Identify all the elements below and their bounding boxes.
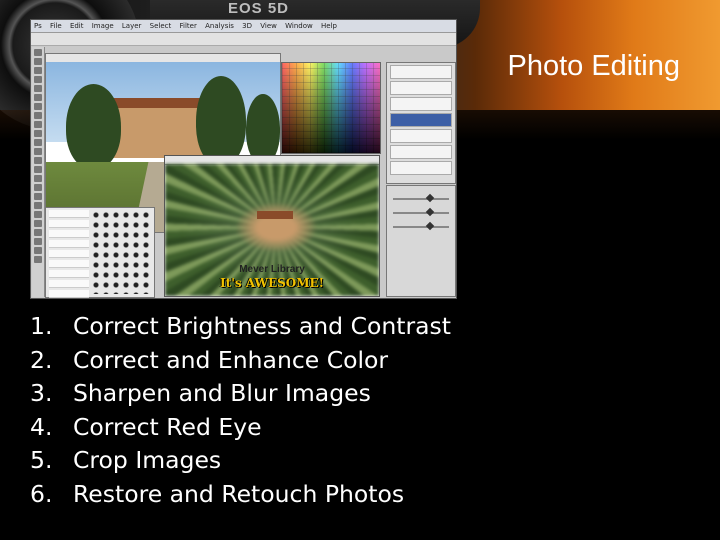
brush-preset-row xyxy=(49,270,89,278)
menu-item: Analysis xyxy=(205,22,234,30)
brush-preset-row xyxy=(49,210,89,218)
tool-icon xyxy=(34,184,42,191)
adjustment-slider xyxy=(393,212,449,214)
tool-icon xyxy=(34,148,42,155)
tool-icon xyxy=(34,256,42,263)
layer-row xyxy=(390,97,452,111)
list-number: 4. xyxy=(30,412,53,441)
menu-item: Ps xyxy=(34,22,42,30)
tool-icon xyxy=(34,49,42,56)
photo-tree xyxy=(66,84,121,169)
feature-list: 1. Correct Brightness and Contrast 2. Corr… xyxy=(30,310,480,512)
tool-icon xyxy=(34,94,42,101)
slide: EOS 5D Photo Editing Ps File Edit Image … xyxy=(0,0,720,540)
tool-icon xyxy=(34,85,42,92)
menu-item: Help xyxy=(320,22,337,30)
tool-icon xyxy=(34,121,42,128)
tool-icon xyxy=(34,211,42,218)
tool-icon xyxy=(34,157,42,164)
list-number: 3. xyxy=(30,379,53,408)
adjustment-slider xyxy=(393,198,449,200)
list-number: 1. xyxy=(30,312,53,340)
tool-icon xyxy=(34,112,42,119)
photoshop-options-bar xyxy=(31,33,456,46)
tool-icon xyxy=(34,67,42,74)
list-item: 4. Correct Red Eye xyxy=(30,411,480,445)
menu-item: Edit xyxy=(69,22,84,30)
tool-icon xyxy=(34,229,42,236)
layer-row-selected xyxy=(390,113,452,127)
tool-icon xyxy=(34,166,42,173)
adjustments-panel xyxy=(386,185,456,297)
menu-item: Filter xyxy=(179,22,197,30)
tool-icon xyxy=(34,202,42,209)
blurred-photo-window: Mever Library It's AWESOME! xyxy=(164,155,380,297)
list-number: 6. xyxy=(30,479,53,508)
photoshop-screenshot: Ps File Edit Image Layer Select Filter A… xyxy=(30,19,457,299)
list-text: Crop Images xyxy=(73,446,222,475)
menu-item: 3D xyxy=(242,22,253,30)
list-number: 5. xyxy=(30,446,53,475)
menu-item: Window xyxy=(285,22,313,30)
list-item: 1. Correct Brightness and Contrast xyxy=(30,310,480,344)
tool-icon xyxy=(34,103,42,110)
list-item: 5. Crop Images xyxy=(30,444,480,478)
photo-caption-line1: Mever Library xyxy=(239,264,305,275)
layer-row xyxy=(390,81,452,95)
layer-row xyxy=(390,161,452,175)
tool-icon xyxy=(34,220,42,227)
list-item: 3. Sharpen and Blur Images xyxy=(30,377,480,411)
brush-preset-row xyxy=(49,280,89,288)
menu-item: Layer xyxy=(121,22,142,30)
list-item: 2. Correct and Enhance Color xyxy=(30,344,480,378)
menu-item: File xyxy=(49,22,62,30)
menu-item: View xyxy=(260,22,277,30)
list-text: Sharpen and Blur Images xyxy=(73,379,371,408)
photoshop-toolbar xyxy=(32,47,45,297)
list-number: 2. xyxy=(30,345,53,374)
tool-icon xyxy=(34,130,42,137)
tool-icon xyxy=(34,247,42,254)
list-text: Correct Brightness and Contrast xyxy=(73,312,451,340)
photo-caption-line2: It's AWESOME! xyxy=(220,276,324,290)
brush-tips-grid xyxy=(91,210,151,294)
photo-tree xyxy=(196,76,246,166)
layers-panel xyxy=(386,62,456,184)
menu-item: Select xyxy=(149,22,172,30)
swatches-panel xyxy=(281,62,381,154)
list-text: Correct Red Eye xyxy=(73,412,262,441)
brush-preset-row xyxy=(49,220,89,228)
photo-tree xyxy=(246,94,280,164)
tool-icon xyxy=(34,175,42,182)
brush-preset-row xyxy=(49,290,89,298)
photo-building-roof xyxy=(257,211,293,219)
list-item: 6. Restore and Retouch Photos xyxy=(30,478,480,512)
slide-title: Photo Editing xyxy=(507,50,680,82)
tool-icon xyxy=(34,58,42,65)
brush-preset-row xyxy=(49,230,89,238)
layer-row xyxy=(390,129,452,143)
camera-badge: EOS 5D xyxy=(228,0,290,17)
layer-row xyxy=(390,65,452,79)
layer-row xyxy=(390,145,452,159)
list-text: Correct and Enhance Color xyxy=(73,345,389,374)
photoshop-menubar: Ps File Edit Image Layer Select Filter A… xyxy=(31,20,456,33)
adjustment-slider xyxy=(393,226,449,228)
menu-item: Image xyxy=(91,22,114,30)
tool-icon xyxy=(34,193,42,200)
brush-preset-row xyxy=(49,240,89,248)
tool-icon xyxy=(34,139,42,146)
brush-preset-row xyxy=(49,260,89,268)
list-text: Restore and Retouch Photos xyxy=(73,479,405,508)
brush-preset-row xyxy=(49,250,89,258)
tool-icon xyxy=(34,76,42,83)
tool-icon xyxy=(34,238,42,245)
